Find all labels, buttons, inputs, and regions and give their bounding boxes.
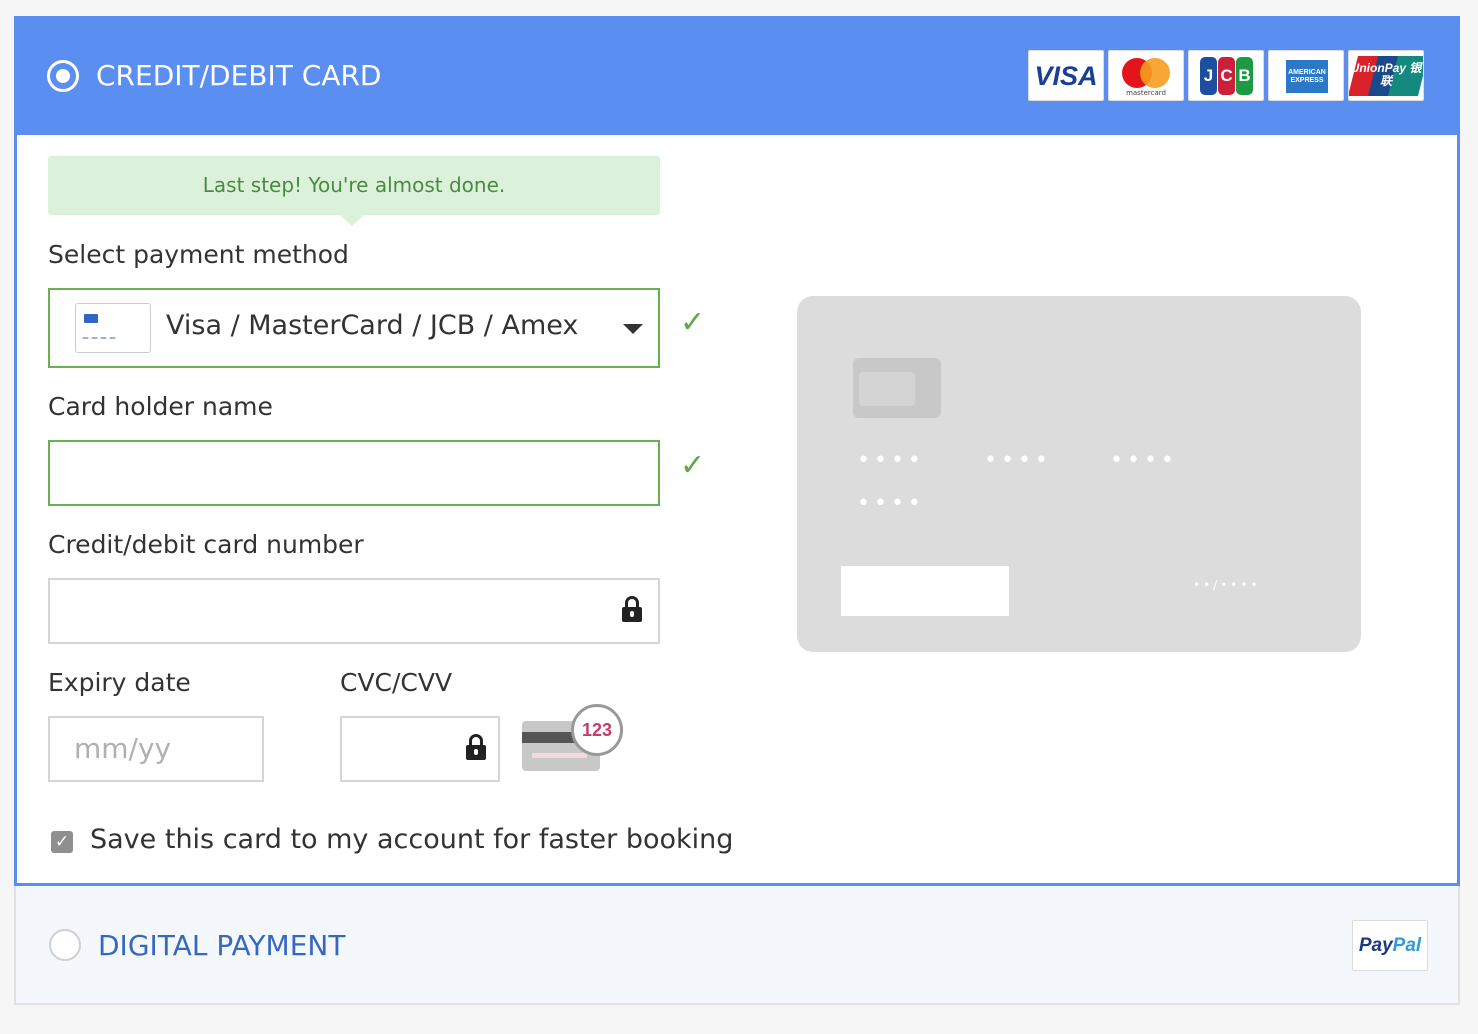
credit-card-radio[interactable] <box>47 60 79 92</box>
check-icon: ✓ <box>680 448 706 483</box>
jcb-logo: J C B <box>1188 50 1264 101</box>
chevron-down-icon <box>623 324 643 334</box>
card-number-group: •••• <box>857 491 925 516</box>
lock-icon <box>622 596 642 622</box>
card-holder-input[interactable] <box>48 440 660 506</box>
card-holder-label: Card holder name <box>48 392 273 421</box>
save-card-label: Save this card to my account for faster … <box>90 824 734 855</box>
digital-payment-section[interactable]: DIGITAL PAYMENT PayPal <box>14 886 1460 1005</box>
last-step-notice: Last step! You're almost done. <box>48 156 660 226</box>
card-preview: •••• •••• •••• •••• ••/•••• <box>797 296 1361 652</box>
cvc-hint-bubble: 123 <box>571 704 623 756</box>
card-icon: –––– <box>75 303 151 353</box>
card-name-placeholder <box>841 566 1009 616</box>
expiry-label: Expiry date <box>48 668 191 697</box>
unionpay-logo: UnionPay 银联 <box>1348 50 1424 101</box>
credit-card-section: CREDIT/DEBIT CARD VISA mastercard J C B … <box>14 16 1460 886</box>
visa-logo: VISA <box>1028 50 1104 101</box>
card-number-label: Credit/debit card number <box>48 530 364 559</box>
card-number-group: •••• <box>857 448 925 473</box>
card-number-group: •••• <box>984 448 1052 473</box>
card-expiry-preview: ••/•••• <box>1193 578 1261 592</box>
digital-payment-radio[interactable] <box>49 929 81 961</box>
save-card-checkbox[interactable]: ✓ <box>51 831 73 853</box>
cvc-input[interactable] <box>340 716 500 782</box>
card-number-input[interactable] <box>48 578 660 644</box>
credit-card-title: CREDIT/DEBIT CARD <box>96 59 382 92</box>
cvc-label: CVC/CVV <box>340 668 453 697</box>
paypal-logo: PayPal <box>1352 920 1428 971</box>
payment-method-value: Visa / MasterCard / JCB / Amex <box>166 310 579 341</box>
cvc-help-icon: 123 <box>522 704 626 776</box>
card-number-group: •••• <box>1110 448 1178 473</box>
digital-payment-title: DIGITAL PAYMENT <box>98 929 346 962</box>
check-icon: ✓ <box>680 305 706 340</box>
mastercard-logo: mastercard <box>1108 50 1184 101</box>
payment-method-select[interactable]: –––– Visa / MasterCard / JCB / Amex <box>48 288 660 368</box>
payment-method-label: Select payment method <box>48 240 349 269</box>
amex-logo: AMERICAN EXPRESS <box>1268 50 1344 101</box>
radio-dot-icon <box>56 69 70 83</box>
lock-icon <box>466 734 486 760</box>
credit-card-header[interactable]: CREDIT/DEBIT CARD VISA mastercard J C B … <box>14 16 1460 135</box>
card-chip-icon <box>853 358 941 418</box>
expiry-input[interactable]: mm/yy <box>48 716 264 782</box>
mastercard-orange-circle <box>1140 58 1170 88</box>
